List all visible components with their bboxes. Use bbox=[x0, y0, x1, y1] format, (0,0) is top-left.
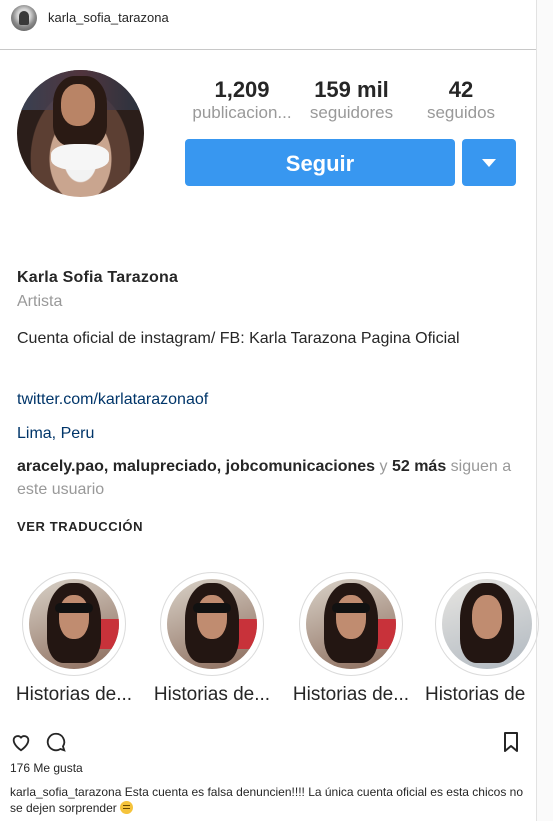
followed-by-names[interactable]: aracely.pao, malupreciado, jobcomunicaci… bbox=[17, 458, 375, 475]
heart-icon[interactable] bbox=[10, 731, 32, 753]
scrollbar-track[interactable] bbox=[536, 0, 553, 821]
highlight-item[interactable]: Historias de... bbox=[5, 572, 143, 706]
stat-followers-label: seguidores bbox=[309, 103, 394, 122]
profile-category: Artista bbox=[17, 293, 63, 310]
see-translation-link[interactable]: VER TRADUCCIÓN bbox=[17, 519, 143, 534]
highlight-item[interactable]: Historias de... bbox=[143, 572, 281, 706]
highlight-thumbnail bbox=[442, 579, 532, 669]
followed-by-joiner: y bbox=[379, 458, 388, 475]
profile-avatar[interactable] bbox=[17, 70, 144, 197]
highlight-item[interactable]: Historias de bbox=[420, 572, 539, 706]
stat-following-label: seguidos bbox=[426, 103, 496, 122]
caption-username[interactable]: karla_sofia_tarazona bbox=[10, 785, 121, 799]
stat-followers-value: 159 mil bbox=[314, 77, 389, 102]
highlight-thumbnail bbox=[167, 579, 257, 669]
suggestions-dropdown-button[interactable] bbox=[462, 139, 516, 186]
stat-followers[interactable]: 159 mil seguidores bbox=[304, 77, 399, 123]
highlight-ring bbox=[299, 572, 403, 676]
highlight-label: Historias de... bbox=[153, 684, 271, 705]
follow-button[interactable]: Seguir bbox=[185, 139, 455, 186]
profile-bio: Cuenta oficial de instagram/ FB: Karla T… bbox=[17, 330, 460, 347]
chevron-down-icon bbox=[482, 159, 496, 167]
stat-posts-value: 1,209 bbox=[214, 77, 270, 102]
post-caption: karla_sofia_tarazona Esta cuenta es fals… bbox=[10, 784, 526, 816]
stat-posts-label: publicacion... bbox=[192, 103, 292, 122]
highlight-ring bbox=[22, 572, 126, 676]
top-bar: karla_sofia_tarazona bbox=[0, 0, 536, 50]
highlight-thumbnail bbox=[29, 579, 119, 669]
profile-location[interactable]: Lima, Peru bbox=[17, 425, 94, 443]
smile-emoji-icon bbox=[120, 801, 134, 814]
stat-posts[interactable]: 1,209 publicacion... bbox=[187, 77, 297, 123]
highlight-label: Historias de... bbox=[292, 684, 410, 705]
profile-name: Karla Sofia Tarazona bbox=[17, 269, 179, 286]
stat-following[interactable]: 42 seguidos bbox=[412, 77, 510, 123]
highlight-ring bbox=[160, 572, 264, 676]
comment-icon[interactable] bbox=[45, 731, 67, 753]
header-avatar[interactable] bbox=[11, 5, 37, 31]
highlight-label: Historias de... bbox=[15, 684, 133, 705]
highlight-label: Historias de bbox=[425, 684, 526, 705]
bookmark-icon[interactable] bbox=[503, 731, 519, 753]
highlight-item[interactable]: Historias de... bbox=[282, 572, 420, 706]
highlight-ring bbox=[435, 572, 539, 676]
like-count[interactable]: 176 Me gusta bbox=[10, 761, 83, 775]
highlight-thumbnail bbox=[306, 579, 396, 669]
stat-following-value: 42 bbox=[448, 77, 474, 102]
header-username[interactable]: karla_sofia_tarazona bbox=[48, 10, 169, 25]
profile-link[interactable]: twitter.com/karlatarazonaof bbox=[17, 391, 208, 409]
followed-by: aracely.pao, malupreciado, jobcomunicaci… bbox=[17, 455, 522, 501]
followed-by-more[interactable]: 52 más bbox=[392, 458, 446, 475]
